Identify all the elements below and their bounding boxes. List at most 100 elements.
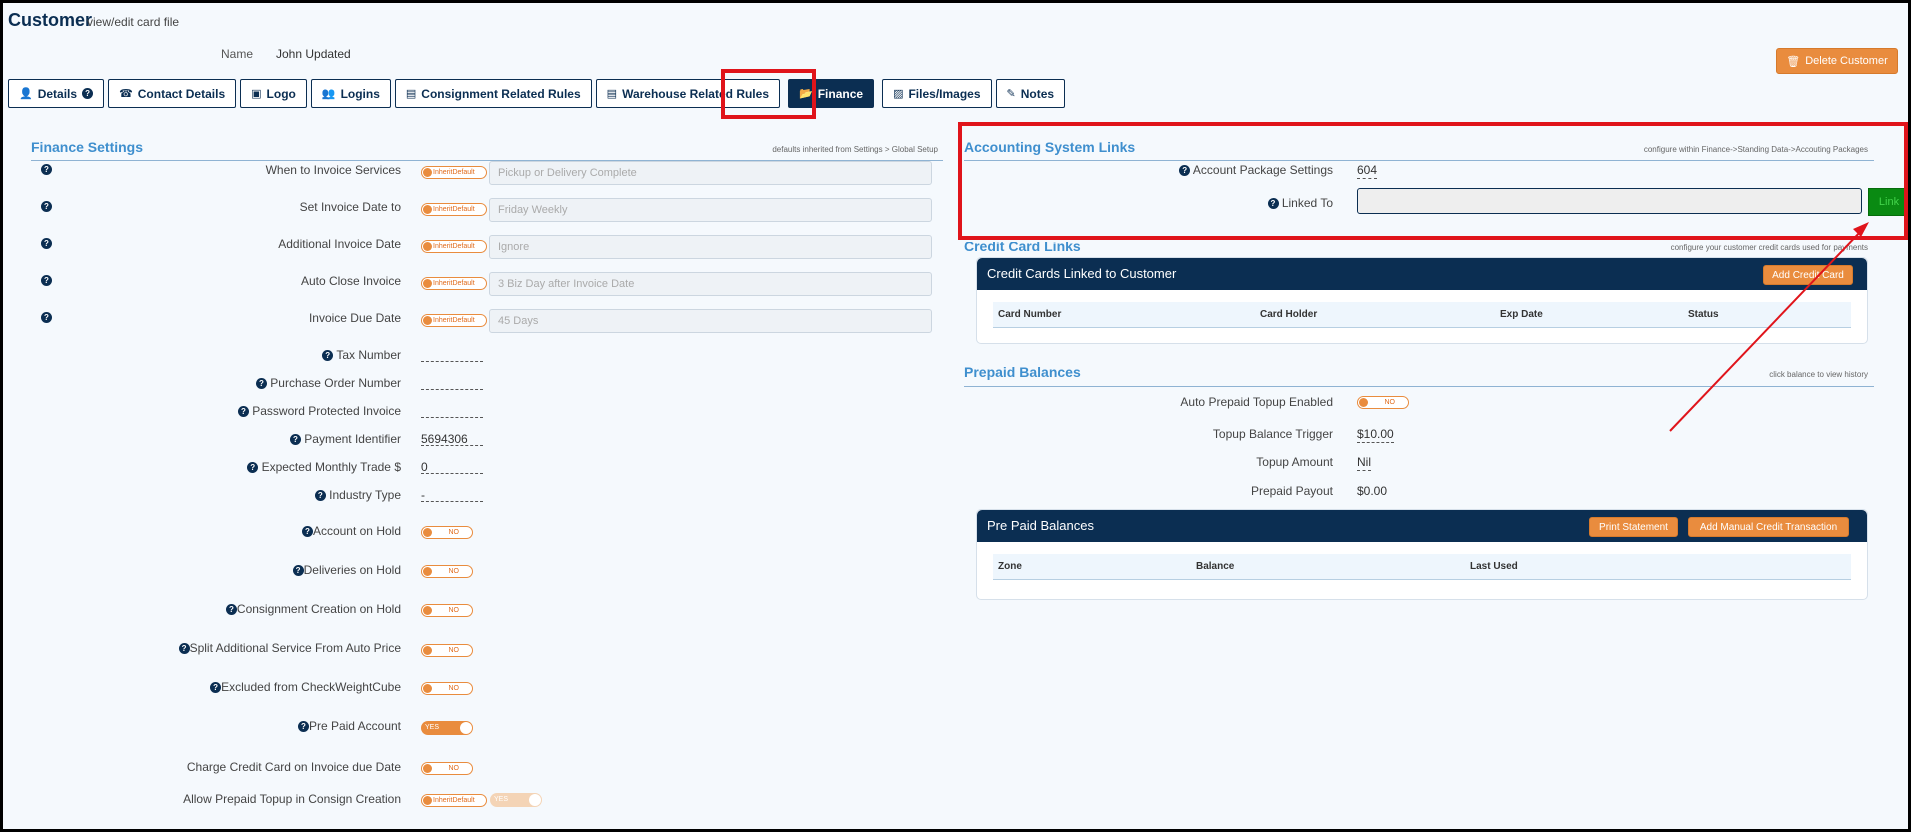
topup-trigger-label: Topup Balance Trigger bbox=[1212, 427, 1333, 441]
expected-trade-label: ? Expected Monthly Trade $ bbox=[31, 460, 401, 474]
split-additional-service-label: ? Split Additional Service From Auto Pric… bbox=[31, 641, 401, 655]
help-icon: ? bbox=[82, 88, 94, 99]
tax-number-value[interactable] bbox=[421, 348, 483, 362]
charge-credit-card-toggle[interactable]: NO bbox=[421, 762, 473, 775]
purchase-order-label: ? Purchase Order Number bbox=[31, 376, 401, 390]
tab-notes[interactable]: ✎ Notes bbox=[995, 79, 1066, 108]
help-icon[interactable]: ? bbox=[178, 643, 190, 655]
tab-logins[interactable]: 👥 Logins bbox=[310, 79, 391, 108]
row-label: Additional Invoice Date bbox=[278, 237, 401, 251]
customer-finance-page: Customer view/edit card file Name John U… bbox=[3, 3, 1908, 829]
finance-settings-hint: defaults inherited from Settings > Globa… bbox=[772, 145, 938, 154]
help-icon[interactable]: ? bbox=[225, 604, 237, 616]
auto-topup-label: Auto Prepaid Topup Enabled bbox=[1180, 395, 1333, 409]
inherit-default-toggle[interactable]: InheritDefault bbox=[421, 240, 487, 253]
card-header: Credit Cards Linked to Customer Add Cred… bbox=[977, 258, 1867, 290]
tab-logo[interactable]: ▣ Logo bbox=[240, 79, 307, 108]
help-icon[interactable]: ? bbox=[297, 721, 309, 733]
col-status: Status bbox=[1688, 309, 1719, 320]
split-additional-service-toggle[interactable]: NO bbox=[421, 644, 473, 657]
prepaid-payout-value: $0.00 bbox=[1357, 484, 1388, 498]
deliveries-on-hold-toggle[interactable]: NO bbox=[421, 565, 473, 578]
help-icon[interactable]: ? bbox=[237, 406, 249, 418]
tab-bar: 👤 Details ? ☎ Contact Details ▣ Logo 👥 L… bbox=[8, 79, 1066, 108]
inherit-default-toggle[interactable]: InheritDefault bbox=[421, 314, 487, 327]
help-icon[interactable]: ? bbox=[255, 378, 267, 390]
col-last-used: Last Used bbox=[1470, 561, 1518, 572]
help-icon[interactable]: ? bbox=[314, 490, 326, 502]
prepaid-table-header: Zone Balance Last Used bbox=[993, 554, 1851, 580]
expected-trade-value[interactable]: 0 bbox=[421, 460, 483, 474]
pre-paid-account-toggle[interactable]: YES bbox=[421, 721, 473, 735]
users-icon: 👥 bbox=[321, 88, 336, 100]
industry-type-value[interactable]: - bbox=[421, 488, 483, 502]
inherit-default-toggle[interactable]: InheritDefault bbox=[421, 166, 487, 179]
additional-invoice-date-input[interactable]: Ignore bbox=[489, 235, 932, 259]
when-to-invoice-input[interactable]: Pickup or Delivery Complete bbox=[489, 161, 932, 185]
print-statement-button[interactable]: Print Statement bbox=[1589, 517, 1678, 537]
auto-topup-toggle[interactable]: NO bbox=[1357, 396, 1409, 409]
help-icon[interactable]: ? bbox=[322, 350, 334, 362]
credit-card-links-hint: configure your customer credit cards use… bbox=[1670, 243, 1868, 252]
password-protected-label: ? Password Protected Invoice bbox=[31, 404, 401, 418]
col-card-holder: Card Holder bbox=[1260, 309, 1318, 320]
credit-cards-card: Credit Cards Linked to Customer Add Cred… bbox=[976, 257, 1868, 344]
tab-consignment-rules[interactable]: ▤ Consignment Related Rules bbox=[394, 79, 592, 108]
tab-details[interactable]: 👤 Details ? bbox=[8, 79, 105, 108]
excluded-checkweightcube-label: ? Excluded from CheckWeightCube bbox=[31, 680, 401, 694]
set-invoice-date-input[interactable]: Friday Weekly bbox=[489, 198, 932, 222]
page-title: Customer bbox=[8, 10, 93, 30]
user-icon: 👤 bbox=[19, 88, 33, 100]
prepaid-balances-card: Pre Paid Balances Print Statement Add Ma… bbox=[976, 509, 1868, 600]
name-value[interactable]: John Updated bbox=[276, 47, 351, 61]
invoice-due-date-input[interactable]: 45 Days bbox=[489, 309, 932, 333]
help-icon[interactable]: ? bbox=[301, 526, 313, 538]
file-icon: ▤ bbox=[606, 88, 618, 100]
password-protected-value[interactable] bbox=[421, 404, 483, 418]
prepaid-balances-hint: click balance to view history bbox=[1769, 370, 1868, 379]
prepaid-balances-title: Prepaid Balances bbox=[964, 364, 1081, 380]
payment-identifier-value[interactable]: 5694306 bbox=[421, 432, 483, 446]
topup-trigger-value[interactable]: $10.00 bbox=[1357, 427, 1417, 443]
auto-close-invoice-input[interactable]: 3 Biz Day after Invoice Date bbox=[489, 272, 932, 296]
name-label: Name bbox=[221, 47, 254, 61]
col-card-number: Card Number bbox=[998, 309, 1062, 320]
delete-customer-button[interactable]: 🗑 Delete Customer bbox=[1776, 48, 1898, 74]
credit-card-links-title: Credit Card Links bbox=[964, 238, 1081, 254]
tab-files-images[interactable]: ▨ Files/Images bbox=[882, 79, 992, 108]
topup-amount-value[interactable]: Nil bbox=[1357, 455, 1417, 471]
phone-icon: ☎ bbox=[119, 88, 133, 100]
help-icon[interactable]: ? bbox=[292, 565, 304, 577]
pre-paid-account-label: ? Pre Paid Account bbox=[31, 719, 401, 733]
col-exp-date: Exp Date bbox=[1500, 309, 1543, 320]
account-on-hold-toggle[interactable]: NO bbox=[421, 526, 473, 539]
allow-prepaid-topup-label: Allow Prepaid Topup in Consign Creation bbox=[183, 792, 401, 806]
row-label: When to Invoice Services bbox=[265, 163, 401, 177]
help-icon[interactable]: ? bbox=[210, 682, 222, 694]
pencil-icon: ✎ bbox=[1006, 88, 1016, 100]
col-zone: Zone bbox=[998, 561, 1022, 572]
topup-amount-label: Topup Amount bbox=[1256, 455, 1333, 469]
inherit-default-toggle[interactable]: InheritDefault bbox=[421, 203, 487, 216]
row-label: Invoice Due Date bbox=[308, 311, 401, 325]
account-on-hold-label: ? Account on Hold bbox=[31, 524, 401, 538]
help-icon[interactable]: ? bbox=[247, 462, 259, 474]
add-manual-credit-button[interactable]: Add Manual Credit Transaction bbox=[1688, 517, 1849, 537]
trash-icon: 🗑 bbox=[1786, 55, 1801, 68]
excluded-checkweightcube-toggle[interactable]: NO bbox=[421, 682, 473, 695]
charge-credit-card-label: Charge Credit Card on Invoice due Date bbox=[186, 760, 401, 774]
consignment-on-hold-toggle[interactable]: NO bbox=[421, 604, 473, 617]
inherit-default-toggle[interactable]: InheritDefault bbox=[421, 794, 487, 807]
finance-settings-title: Finance Settings bbox=[31, 139, 144, 155]
payment-identifier-label: ? Payment Identifier bbox=[31, 432, 401, 446]
allow-prepaid-topup-toggle[interactable]: YES bbox=[490, 793, 542, 807]
prepaid-payout-label: Prepaid Payout bbox=[1250, 484, 1333, 498]
card-title: Pre Paid Balances bbox=[987, 518, 1094, 533]
add-credit-card-button[interactable]: Add Credit Card bbox=[1763, 265, 1853, 285]
tab-contact-details[interactable]: ☎ Contact Details bbox=[108, 79, 237, 108]
purchase-order-value[interactable] bbox=[421, 376, 483, 390]
inherit-default-toggle[interactable]: InheritDefault bbox=[421, 277, 487, 290]
help-icon[interactable]: ? bbox=[289, 434, 301, 446]
card-header: Pre Paid Balances Print Statement Add Ma… bbox=[977, 510, 1867, 542]
industry-type-label: ? Industry Type bbox=[31, 488, 401, 502]
